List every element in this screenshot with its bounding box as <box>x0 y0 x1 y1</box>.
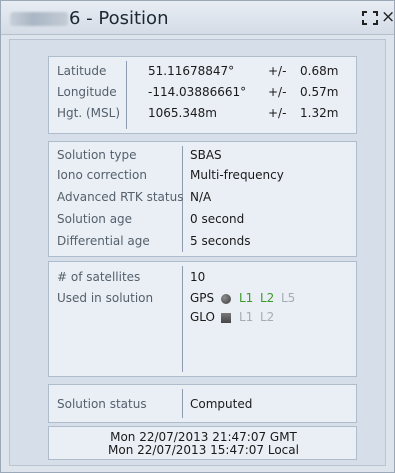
used-in-solution-label: Used in solution <box>57 291 154 305</box>
height-label: Hgt. (MSL) <box>57 106 120 120</box>
satellites-group: # of satellites 10 Used in solution GPS … <box>48 261 357 377</box>
expand-corners-icon[interactable] <box>362 11 378 25</box>
group-divider <box>182 389 183 418</box>
satellite-count-label: # of satellites <box>57 270 141 284</box>
latitude-value: 51.11678847° <box>148 64 235 78</box>
solution-status-value: Computed <box>190 397 253 411</box>
solution-group: Solution type SBAS Iono correction Multi… <box>48 141 357 257</box>
solution-type-label: Solution type <box>57 148 137 162</box>
glonass-l2: L2 <box>260 310 275 324</box>
time-group: Mon 22/07/2013 21:47:07 GMT Mon 22/07/20… <box>48 426 357 460</box>
height-error: 1.32m <box>300 106 339 120</box>
latitude-label: Latitude <box>57 64 107 78</box>
gmt-time: Mon 22/07/2013 21:47:07 GMT <box>110 430 297 444</box>
advanced-rtk-value: N/A <box>190 190 212 204</box>
redacted-title-prefix <box>10 12 68 26</box>
longitude-plus-minus: +/- <box>268 85 287 99</box>
latitude-error: 0.68m <box>300 64 339 78</box>
longitude-error: 0.57m <box>300 85 339 99</box>
window-title: 6 - Position <box>69 8 169 29</box>
status-group: Solution status Computed <box>48 384 357 423</box>
solution-age-label: Solution age <box>57 212 133 226</box>
glonass-square-icon <box>221 313 231 323</box>
position-group: Latitude 51.11678847° +/- 0.68m Longitud… <box>48 56 357 134</box>
iono-correction-value: Multi-frequency <box>190 168 284 182</box>
group-divider <box>126 61 127 129</box>
height-value: 1065.348m <box>148 106 217 120</box>
glonass-l1: L1 <box>239 310 254 324</box>
solution-type-value: SBAS <box>190 148 222 162</box>
gps-circle-icon <box>221 294 231 304</box>
solution-age-value: 0 second <box>190 212 245 226</box>
position-window: 6 - Position × Latitude 51.11678847° +/-… <box>0 0 395 473</box>
differential-age-value: 5 seconds <box>190 234 251 248</box>
iono-correction-label: Iono correction <box>57 168 147 182</box>
close-icon[interactable]: × <box>381 7 395 27</box>
glonass-label: GLO <box>190 310 216 324</box>
local-time: Mon 22/07/2013 15:47:07 Local <box>108 443 299 457</box>
height-plus-minus: +/- <box>268 106 287 120</box>
differential-age-label: Differential age <box>57 234 150 248</box>
group-divider <box>182 266 183 372</box>
position-panel: Latitude 51.11678847° +/- 0.68m Longitud… <box>9 39 386 466</box>
gps-l5: L5 <box>281 291 296 305</box>
title-bar[interactable]: 6 - Position × <box>1 1 395 35</box>
gps-label: GPS <box>190 291 215 305</box>
gps-l1: L1 <box>239 291 254 305</box>
solution-status-label: Solution status <box>57 397 147 411</box>
satellite-count-value: 10 <box>190 270 206 284</box>
advanced-rtk-label: Advanced RTK status <box>57 190 184 204</box>
latitude-plus-minus: +/- <box>268 64 287 78</box>
gps-l2: L2 <box>260 291 275 305</box>
longitude-label: Longitude <box>57 85 117 99</box>
longitude-value: -114.03886661° <box>148 85 247 99</box>
